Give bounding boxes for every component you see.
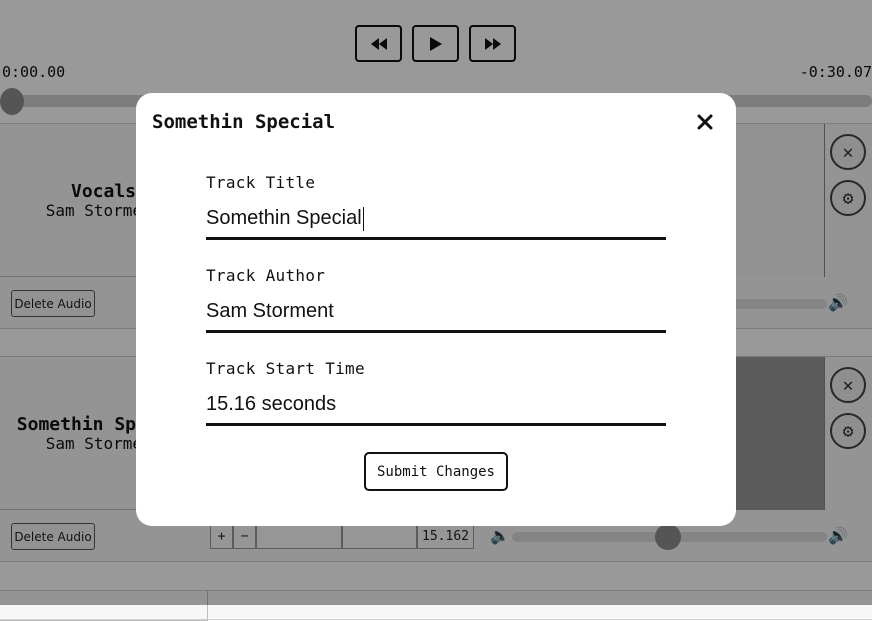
track-author-field: Track Author Sam Storment [206,266,666,333]
track-title-field: Track Title Somethin Special [206,173,666,240]
track-start-time-value: 15.16 seconds [206,393,337,415]
track-start-time-label: Track Start Time [206,359,365,378]
track-title-label: Track Title [206,173,316,192]
track-title-input[interactable]: Somethin Special [206,200,666,240]
track-author-value: Sam Storment [206,300,334,322]
track-start-time-input[interactable]: 15.16 seconds [206,386,666,426]
track-start-time-field: Track Start Time 15.16 seconds [206,359,666,426]
track-author-label: Track Author [206,266,326,285]
track-title-value: Somethin Special [206,207,362,229]
dialog-title: Somethin Special [152,111,336,133]
submit-changes-button[interactable]: Submit Changes [364,452,508,491]
text-caret [362,206,364,231]
track-author-input[interactable]: Sam Storment [206,293,666,333]
edit-track-dialog: Somethin Special Track Title Somethin Sp… [136,93,736,526]
close-dialog-button[interactable] [694,111,716,133]
close-icon [697,114,713,130]
